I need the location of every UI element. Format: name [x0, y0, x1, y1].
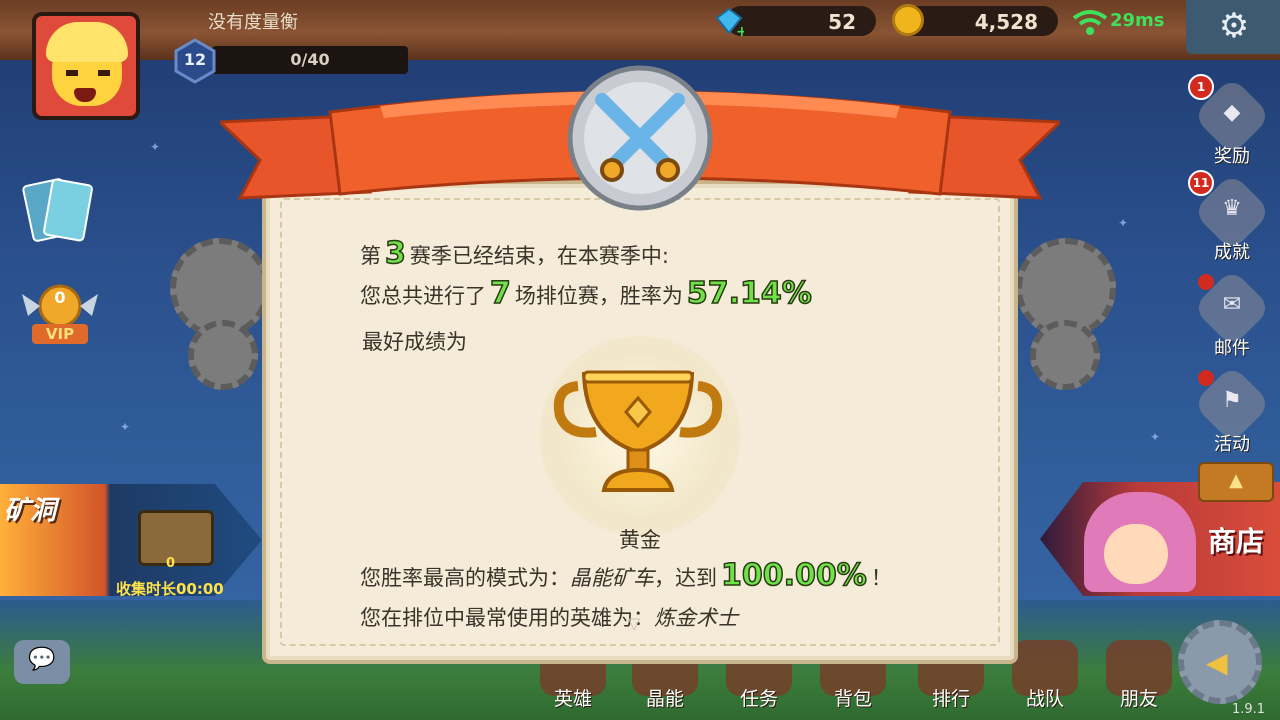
mine-count: 0	[166, 556, 176, 571]
nav-friends[interactable]: 朋友	[1096, 640, 1182, 720]
star-decoration: ✦	[1150, 430, 1161, 444]
exp-bar: 0/40	[212, 46, 408, 74]
exp-text: 0/40	[290, 50, 330, 69]
chat-bubble-icon: 💬	[28, 647, 56, 672]
mine-cart-icon	[138, 510, 214, 566]
mine-title: 矿洞	[4, 496, 57, 526]
gold-trophy-icon	[553, 370, 723, 492]
side-menu-label: 奖励	[1214, 146, 1250, 167]
hero-prefix: 您在排位中最常使用的英雄为：	[360, 606, 654, 630]
side-menu-reward[interactable]: ◆ 奖励 1	[1188, 74, 1272, 170]
shop-hero-face	[1104, 524, 1168, 584]
version-label: 1.9.1	[1232, 702, 1266, 717]
avatar-eye	[66, 70, 78, 76]
diamond-icon: +	[715, 7, 744, 36]
nav-label: 排行	[931, 688, 970, 710]
shop-expand-button[interactable]: ▲	[1198, 462, 1274, 502]
star-decoration: ✦	[150, 140, 161, 154]
level-badge: 12	[172, 38, 218, 84]
gem-value: 52	[828, 10, 856, 34]
ping-value: 29ms	[1110, 10, 1165, 31]
summary-line-1: 第 3 赛季已经结束，在本赛季中:	[360, 235, 669, 272]
side-menu-achievement[interactable]: ♛ 成就 11	[1188, 170, 1272, 266]
best-rank-name: 黄金	[619, 528, 661, 552]
best-mode-rate: 100.00%	[720, 557, 867, 594]
arrow-left-icon: ◀	[1206, 646, 1228, 679]
best-mode-prefix: 您胜率最高的模式为：	[360, 566, 570, 590]
side-menu-event[interactable]: ⚑ 活动	[1192, 364, 1272, 458]
mine-collect-time: 收集时长00:00	[116, 580, 224, 598]
chat-button[interactable]: 💬	[14, 640, 70, 684]
gem-counter[interactable]: 52	[726, 6, 876, 36]
back-button[interactable]: ◀	[1178, 620, 1262, 704]
matches-count: 7	[489, 275, 511, 312]
reward-bag-icon: ◆	[1223, 100, 1241, 125]
win-rate: 57.14%	[686, 275, 812, 312]
wifi-icon	[1072, 10, 1108, 35]
player-avatar[interactable]	[32, 12, 140, 120]
vip-label: VIP	[32, 324, 88, 344]
gold-value: 4,528	[974, 10, 1038, 34]
season-number: 3	[384, 235, 406, 272]
player-name: 没有度量衡	[208, 12, 298, 33]
notification-badge: 11	[1188, 170, 1214, 196]
gear-decoration	[1030, 320, 1100, 390]
cards-icon[interactable]	[22, 172, 98, 248]
star-decoration: ✦	[120, 420, 131, 434]
side-menu-label: 活动	[1214, 434, 1250, 455]
mail-icon: ✉	[1222, 292, 1242, 317]
nav-label: 英雄	[553, 688, 592, 710]
best-mode-mid: ，达到	[654, 566, 717, 590]
notification-dot	[1198, 274, 1214, 290]
nav-label: 背包	[833, 688, 872, 710]
vip-badge[interactable]: 0 VIP	[18, 278, 102, 352]
level-number: 12	[183, 50, 207, 69]
scroll-down-icon[interactable]: ▽	[628, 614, 640, 633]
star-decoration: ✦	[1118, 216, 1129, 230]
shop-label: 商店	[1208, 525, 1265, 558]
side-menu-label: 成就	[1214, 242, 1250, 263]
notification-badge: 1	[1188, 74, 1214, 100]
gear-icon: ⚙	[1218, 6, 1250, 46]
trophy-icon: ♛	[1222, 196, 1242, 221]
notification-dot	[1198, 370, 1214, 386]
best-result-label: 最好成绩为	[362, 330, 467, 354]
matches-suffix: 场排位赛，胜率为	[514, 284, 683, 308]
nav-label: 晶能	[645, 688, 684, 710]
avatar-hair	[46, 22, 128, 62]
summary-line-5: 您在排位中最常使用的英雄为：炼金术士	[360, 602, 738, 632]
gold-coin-icon	[892, 4, 924, 36]
season-prefix: 第	[360, 244, 381, 268]
matches-prefix: 您总共进行了	[360, 284, 486, 308]
nav-label: 战队	[1025, 688, 1064, 710]
gear-decoration	[188, 320, 258, 390]
summary-line-4: 您胜率最高的模式为：晶能矿车，达到 100.00%！	[360, 557, 892, 594]
side-menu-mail[interactable]: ✉ 邮件	[1192, 268, 1272, 362]
nav-label: 任务	[739, 688, 778, 710]
season-suffix: 赛季已经结束，在本赛季中:	[409, 244, 669, 268]
arrow-up-icon: ▲	[1229, 470, 1243, 491]
best-mode-name: 晶能矿车	[570, 566, 654, 590]
flag-icon: ⚑	[1222, 388, 1242, 413]
most-used-hero: 炼金术士	[654, 606, 738, 630]
best-mode-suffix: ！	[870, 566, 892, 590]
svg-text:+: +	[736, 24, 744, 36]
summary-line-2: 您总共进行了 7 场排位赛，胜率为 57.14%	[360, 275, 816, 312]
side-menu-label: 邮件	[1214, 338, 1250, 359]
nav-label: 朋友	[1119, 688, 1158, 710]
crossed-swords-icon	[567, 65, 713, 211]
settings-button[interactable]: ⚙	[1186, 0, 1280, 54]
avatar-eye	[98, 70, 110, 76]
vip-level: 0	[54, 288, 66, 307]
